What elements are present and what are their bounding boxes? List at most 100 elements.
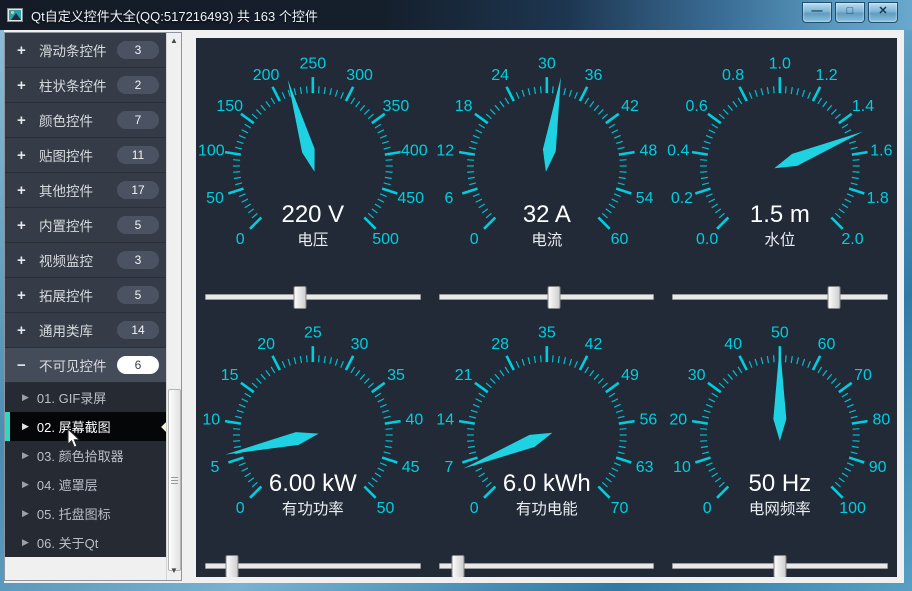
sidebar-group-label: 贴图控件	[39, 145, 117, 165]
svg-text:1.0: 1.0	[769, 56, 791, 73]
svg-text:40: 40	[405, 411, 423, 428]
chevron-right-icon: ▶	[22, 450, 29, 461]
slider-track[interactable]	[672, 563, 888, 569]
gauge-value: 1.5 m	[750, 201, 810, 228]
slider-handle[interactable]	[452, 555, 465, 577]
gauge-value: 6.0 kWh	[503, 470, 591, 497]
svg-text:50: 50	[206, 190, 224, 207]
gauge: 0.00.20.40.60.81.01.21.41.61.82.0 1.5 m …	[663, 38, 897, 285]
sidebar-subitem[interactable]: ▶05. 托盘图标	[5, 499, 167, 528]
expand-icon: +	[17, 218, 32, 233]
gauge-value: 32 A	[523, 201, 571, 228]
svg-text:54: 54	[635, 190, 653, 207]
gauge-value: 220 V	[282, 201, 345, 228]
svg-text:50: 50	[377, 500, 395, 517]
svg-text:1.2: 1.2	[816, 67, 838, 84]
slider-row	[196, 554, 897, 576]
svg-text:21: 21	[454, 367, 472, 384]
sidebar-group-label: 其他控件	[39, 180, 117, 200]
sidebar-group[interactable]: +颜色控件7	[5, 103, 167, 138]
gauge-needle	[461, 427, 555, 475]
gauge: 05101520253035404550 6.00 kW 有功功率	[196, 307, 430, 554]
svg-text:60: 60	[610, 231, 628, 248]
gauge-slider[interactable]	[430, 554, 664, 576]
count-badge: 11	[117, 146, 159, 164]
slider-handle[interactable]	[774, 555, 787, 577]
minimize-icon[interactable]: —	[802, 2, 832, 23]
svg-text:30: 30	[538, 56, 556, 73]
close-icon[interactable]: ✕	[868, 2, 898, 23]
svg-text:15: 15	[221, 367, 239, 384]
chevron-right-icon: ▶	[22, 421, 29, 432]
gauge-slider[interactable]	[430, 285, 664, 307]
sidebar-group[interactable]: +其他控件17	[5, 173, 167, 208]
sidebar-group[interactable]: +贴图控件11	[5, 138, 167, 173]
sidebar-subitem[interactable]: ▶01. GIF录屏	[5, 383, 167, 412]
slider-track[interactable]	[205, 563, 421, 569]
sidebar-group[interactable]: +拓展控件5	[5, 278, 167, 313]
svg-text:0: 0	[469, 231, 478, 248]
svg-text:0: 0	[703, 500, 712, 517]
scrollbar-thumb[interactable]	[168, 389, 181, 571]
svg-text:50: 50	[771, 325, 789, 342]
sidebar-group[interactable]: −不可见控件6	[5, 348, 167, 383]
sidebar-group-label: 通用类库	[39, 320, 117, 340]
slider-track[interactable]	[672, 294, 888, 300]
gauge-slider[interactable]	[196, 285, 430, 307]
svg-text:150: 150	[216, 98, 243, 115]
gauge-slider[interactable]	[196, 554, 430, 576]
count-badge: 14	[117, 321, 159, 339]
gauge-slider[interactable]	[663, 285, 897, 307]
slider-track[interactable]	[205, 294, 421, 300]
svg-text:48: 48	[639, 142, 657, 159]
gauge-slider[interactable]	[663, 554, 897, 576]
sidebar-scrollbar[interactable]: ▲ ▼	[166, 33, 181, 580]
chevron-right-icon: ▶	[22, 392, 29, 403]
sidebar-subitem-label: 03. 颜色拾取器	[37, 446, 124, 465]
expand-icon: +	[17, 323, 32, 338]
svg-text:90: 90	[869, 459, 887, 476]
svg-text:28: 28	[491, 336, 509, 353]
count-badge: 5	[117, 216, 159, 234]
slider-handle[interactable]	[827, 286, 840, 309]
slider-handle[interactable]	[294, 286, 307, 309]
svg-text:14: 14	[436, 411, 454, 428]
sidebar-subitem[interactable]: ▶ 02. 屏幕截图	[5, 412, 167, 441]
slider-track[interactable]	[439, 563, 655, 569]
svg-text:400: 400	[401, 142, 428, 159]
sidebar-subitem[interactable]: ▶06. 关于Qt	[5, 528, 167, 557]
sidebar-group[interactable]: +柱状条控件2	[5, 68, 167, 103]
svg-text:35: 35	[538, 325, 556, 342]
expand-icon: +	[17, 288, 32, 303]
chevron-right-icon: ▶	[22, 479, 29, 490]
sidebar-subitem-label: 02. 屏幕截图	[37, 417, 111, 436]
scroll-down-icon[interactable]: ▼	[167, 563, 181, 578]
maximize-icon[interactable]: □	[835, 2, 865, 23]
sidebar-group[interactable]: +滑动条控件3	[5, 33, 167, 68]
sidebar-group[interactable]: +视频监控3	[5, 243, 167, 278]
svg-text:25: 25	[304, 325, 322, 342]
gauge-title: 电网频率	[749, 500, 811, 518]
sidebar-group[interactable]: +内置控件5	[5, 208, 167, 243]
expand-icon: +	[17, 253, 32, 268]
expand-icon: +	[17, 183, 32, 198]
slider-handle[interactable]	[225, 555, 238, 577]
svg-text:42: 42	[621, 98, 639, 115]
count-badge: 5	[117, 286, 159, 304]
sidebar-subitem[interactable]: ▶04. 遮罩层	[5, 470, 167, 499]
gauge-value: 50 Hz	[749, 470, 812, 497]
svg-text:0.2: 0.2	[671, 190, 693, 207]
sidebar-subitem[interactable]: ▶ 03. 颜色拾取器	[5, 441, 167, 470]
sidebar-group-label: 视频监控	[39, 250, 117, 270]
slider-track[interactable]	[439, 294, 655, 300]
svg-text:200: 200	[253, 67, 280, 84]
slider-handle[interactable]	[547, 286, 560, 309]
expand-icon: +	[17, 113, 32, 128]
svg-text:350: 350	[383, 98, 410, 115]
scrollbar-grip	[171, 480, 178, 481]
gauge: 0102030405060708090100 50 Hz 电网频率	[663, 307, 897, 554]
scroll-up-icon[interactable]: ▲	[167, 33, 181, 48]
gauge-title: 电压	[297, 231, 328, 249]
sidebar-group[interactable]: + 通用类库14	[5, 313, 167, 348]
svg-text:100: 100	[198, 142, 225, 159]
